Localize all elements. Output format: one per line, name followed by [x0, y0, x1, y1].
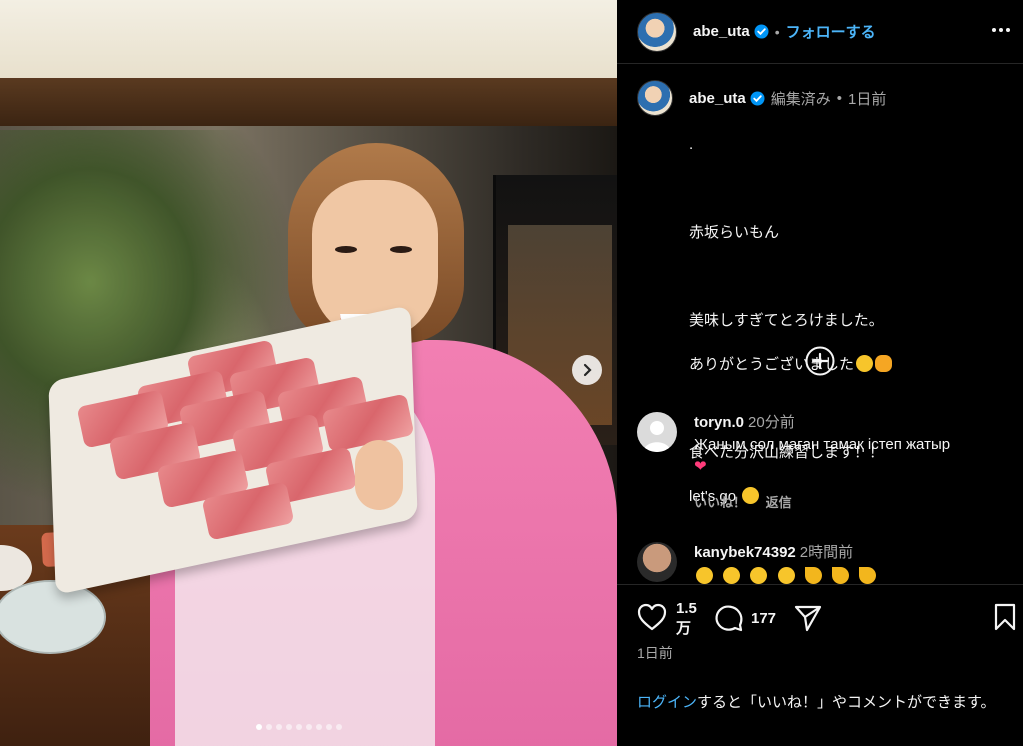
- login-link[interactable]: ログイン: [637, 694, 697, 711]
- follow-button[interactable]: フォローする: [786, 21, 876, 42]
- comment-item: toryn.0 20分前 Жаным сол маған тамақ істеп …: [637, 412, 1007, 514]
- comment-time: 2時間前: [799, 544, 854, 561]
- separator-dot: •: [836, 89, 842, 107]
- carousel-dot: [316, 724, 322, 730]
- verified-badge-icon: [754, 24, 769, 39]
- grinning-face-emoji-icon: [696, 567, 713, 584]
- caption-header: abe_uta 編集済み • 1日前: [637, 80, 1007, 116]
- carousel-dot: [276, 724, 282, 730]
- heart-hands-emoji-icon: [875, 355, 893, 372]
- caption-avatar[interactable]: [637, 80, 673, 116]
- separator-dot: •: [774, 23, 780, 40]
- comment-text: Жаным сол маған тамақ істеп жатыр: [694, 436, 951, 453]
- comment-reply-button[interactable]: 返信: [766, 495, 792, 510]
- comments-count: 177: [751, 610, 777, 627]
- comment-username[interactable]: kanybek74392: [694, 544, 796, 561]
- carousel-dot: [336, 724, 342, 730]
- post-date[interactable]: 1日前: [637, 643, 673, 663]
- grinning-face-emoji-icon: [723, 567, 741, 584]
- caption-line: 美味しすぎてとろけました。: [689, 312, 884, 329]
- carousel-dot: [286, 724, 292, 730]
- background-wall: [0, 0, 617, 80]
- more-horizontal-icon: [992, 28, 1010, 32]
- carousel-dot: [266, 724, 272, 730]
- comment-button[interactable]: [714, 603, 744, 638]
- default-avatar[interactable]: [637, 412, 677, 452]
- heart-icon: [637, 603, 667, 631]
- left-eye: [335, 246, 357, 253]
- bookmark-icon: [994, 603, 1016, 631]
- post-time[interactable]: 1日前: [848, 88, 886, 109]
- comment-item: kanybek74392 2時間前: [637, 542, 1007, 588]
- likes-count-value: 1.5: [676, 600, 697, 617]
- comment-icon: [715, 605, 743, 632]
- next-image-button[interactable]: [572, 355, 602, 385]
- right-eye: [390, 246, 412, 253]
- edited-label: 編集済み: [770, 90, 831, 108]
- comment-username[interactable]: toryn.0: [694, 414, 744, 431]
- post-sidebar: abe_uta • フォローする abe_uta 編集済み • 1日前 . 赤坂…: [617, 0, 1023, 746]
- chevron-right-icon: [583, 363, 592, 377]
- clapping-hands-emoji-icon: [859, 567, 877, 584]
- carousel-dot: [326, 724, 332, 730]
- hand: [355, 440, 403, 510]
- more-options-button[interactable]: [989, 18, 1013, 42]
- user-silhouette-icon: [643, 421, 671, 452]
- comment-header: toryn.0 20分前: [694, 412, 950, 434]
- background-shelf: [0, 78, 617, 126]
- share-button[interactable]: [793, 603, 823, 638]
- login-prompt: ログインすると「いいね！」やコメントができます。: [637, 692, 1013, 714]
- carousel-indicator: [256, 724, 342, 730]
- avatar[interactable]: [637, 11, 677, 52]
- grinning-face-emoji-icon: [750, 567, 768, 584]
- caption-line: 赤坂らいもん: [689, 224, 780, 241]
- grinning-face-emoji-icon: [777, 567, 795, 584]
- clapping-hands-emoji-icon: [831, 567, 849, 584]
- like-button[interactable]: [637, 603, 667, 636]
- comment-body: toryn.0 20分前 Жаным сол маған тамақ істеп …: [694, 412, 950, 514]
- post-image[interactable]: [0, 0, 617, 746]
- comment-like-button[interactable]: いいね！: [694, 495, 746, 510]
- caption-username[interactable]: abe_uta: [689, 90, 746, 107]
- clapping-hands-emoji-icon: [804, 567, 822, 584]
- carousel-dot: [296, 724, 302, 730]
- carousel-dot: [256, 724, 262, 730]
- load-more-comments-button[interactable]: [805, 346, 835, 376]
- avatar[interactable]: [637, 542, 677, 582]
- paper-plane-icon: [794, 605, 822, 632]
- login-prompt-text: すると「いいね！」やコメントができます。: [697, 694, 996, 711]
- likes-count[interactable]: 1.5 万: [676, 599, 697, 639]
- save-button[interactable]: [993, 603, 1017, 636]
- likes-count-unit: 万: [676, 620, 692, 637]
- comment-header: kanybek74392 2時間前: [694, 542, 876, 564]
- caption-line: ありがとうございました: [689, 354, 1007, 376]
- comment-time: 20分前: [748, 414, 795, 431]
- plus-circle-icon: [805, 346, 835, 376]
- smiling-face-emoji-icon: [856, 355, 874, 372]
- comment-body: kanybek74392 2時間前: [694, 542, 877, 588]
- post-header: abe_uta • フォローする: [617, 0, 1023, 64]
- header-username[interactable]: abe_uta: [693, 23, 750, 40]
- carousel-dot: [306, 724, 312, 730]
- pink-heart-emoji-icon: ❤: [694, 458, 707, 475]
- verified-badge-icon: [750, 91, 765, 106]
- comment-actions: いいね！ 返信: [694, 492, 950, 514]
- post-actions: 1.5 万 177 1日前: [617, 584, 1023, 684]
- caption-line: .: [689, 136, 694, 153]
